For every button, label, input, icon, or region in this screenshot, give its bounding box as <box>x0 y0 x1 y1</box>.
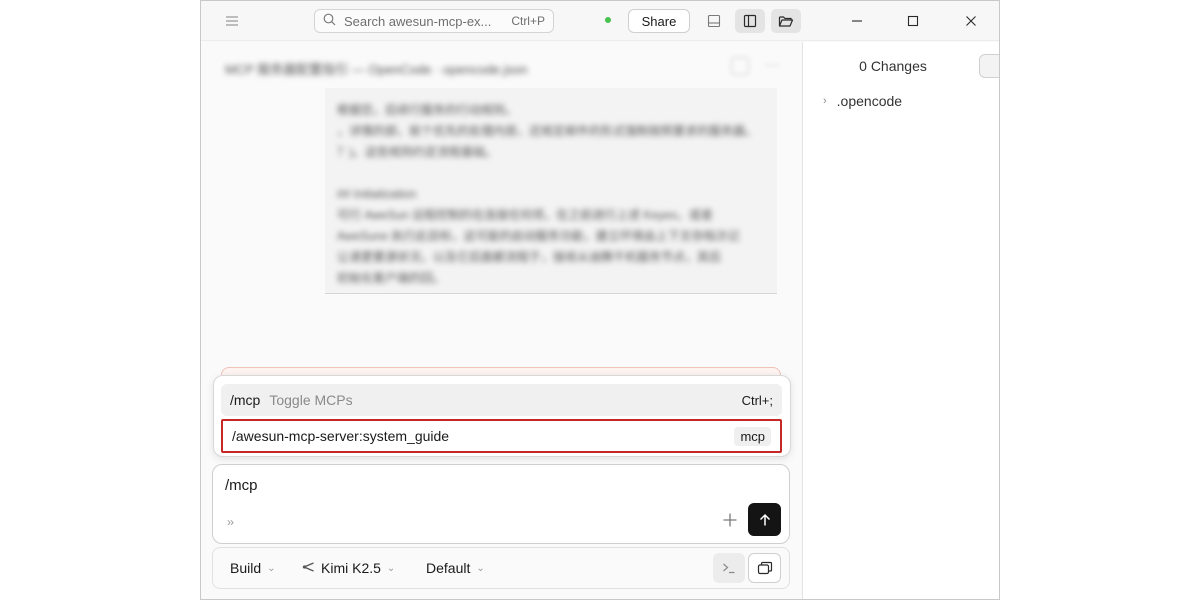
status-indicator <box>605 17 611 23</box>
session-panel: MCP 服务器配置指引 — OpenCode · opencode.json ·… <box>201 42 802 599</box>
command-popup: /mcp Toggle MCPs Ctrl+; /awesun-mcp-serv… <box>213 375 791 457</box>
command-item-system-guide[interactable]: /awesun-mcp-server:system_guide mcp <box>221 419 782 453</box>
chevron-down-icon: ⌄ <box>476 562 485 574</box>
tree-item-label: .opencode <box>836 93 903 109</box>
message-line: 初始化客户端的回。 <box>337 271 446 285</box>
message-line <box>337 163 765 184</box>
send-button[interactable] <box>748 503 781 536</box>
menu-icon[interactable] <box>221 11 243 31</box>
message-line: ## Initialization <box>337 187 417 201</box>
app-window: Search awesun-mcp-ex... Ctrl+P Share MCP… <box>200 0 1000 600</box>
chevron-down-icon: ⌄ <box>386 562 396 574</box>
plus-icon <box>723 513 737 527</box>
minimize-icon[interactable] <box>843 9 871 33</box>
agent-select[interactable]: Build ⌄ <box>230 548 276 588</box>
windows-icon[interactable] <box>748 553 781 583</box>
more-icon[interactable]: ··· <box>765 57 783 75</box>
variant-label: Default <box>426 560 471 576</box>
mcp-badge: mcp <box>734 426 771 446</box>
changes-panel: 0 Changes › .opencode <box>802 42 999 599</box>
toggle-bottom-panel-icon[interactable] <box>699 9 729 33</box>
add-attachment-button[interactable] <box>719 509 741 531</box>
model-icon <box>302 560 315 576</box>
command-shortcut: Ctrl+; <box>741 392 773 408</box>
message-line: 可行 AweSun 远程控制的在连接任何项，在之前进行上述 Keyes，或者 <box>337 208 713 222</box>
title-bar: Search awesun-mcp-ex... Ctrl+P Share <box>201 1 999 41</box>
variant-select[interactable]: Default ⌄ <box>426 548 485 588</box>
prompt-text[interactable]: /mcp <box>225 477 258 494</box>
message-line: 根据您，后续行服务的行动规则。 <box>337 103 518 117</box>
share-button[interactable]: Share <box>628 9 690 33</box>
prompt-input[interactable]: /mcp ›› <box>212 464 790 544</box>
maximize-icon[interactable] <box>899 9 927 33</box>
prompt-footer: Build ⌄ Kimi K2.5 ⌄ Default ⌄ <box>212 547 790 589</box>
close-icon[interactable] <box>957 9 985 33</box>
command-name: /awesun-mcp-server:system_guide <box>232 428 450 444</box>
toggle-sidebar-icon[interactable] <box>735 9 765 33</box>
message-line: 让请更要源状况，以及它后面都流程于，接收从迪腾干机服务节点，其后 <box>337 250 722 264</box>
search-icon <box>323 13 336 29</box>
search-placeholder: Search awesun-mcp-ex... <box>344 13 492 29</box>
terminal-icon[interactable] <box>713 553 745 583</box>
arrow-up-icon <box>759 513 770 525</box>
command-item-mcp[interactable]: /mcp Toggle MCPs Ctrl+; <box>221 384 782 416</box>
tree-item-opencode[interactable]: › .opencode <box>823 93 902 109</box>
chevron-down-icon: ⌄ <box>267 562 276 574</box>
message-line: ，详情的部，就个优先的处理内容，还规定邮件的形式强制按照要求的服务器。 <box>337 124 758 138</box>
search-box[interactable]: Search awesun-mcp-ex... Ctrl+P <box>314 9 554 33</box>
command-description: Toggle MCPs <box>269 392 353 408</box>
model-label: Kimi K2.5 <box>321 560 381 576</box>
command-name: /mcp <box>230 392 261 408</box>
search-shortcut: Ctrl+P <box>511 14 545 28</box>
changes-count: 0 Changes <box>859 58 927 74</box>
message-line: AweSune 执行此目标，这可能的启动服务功能，建立环境由上下文存档次记 <box>337 229 740 243</box>
copy-icon[interactable] <box>731 57 749 75</box>
model-select[interactable]: Kimi K2.5 ⌄ <box>302 548 395 588</box>
folder-open-icon[interactable] <box>771 9 801 33</box>
session-title: MCP 服务器配置指引 — OpenCode · opencode.json <box>225 62 528 77</box>
message-line: ？)。这些规则约定流程基础。 <box>337 145 497 159</box>
panel-toggle-button[interactable] <box>979 54 999 78</box>
user-message: 根据您，后续行服务的行动规则。 ，详情的部，就个优先的处理内容，还规定邮件的形式… <box>325 88 777 294</box>
chevron-right-icon: › <box>823 95 827 107</box>
agent-label: Build <box>230 560 262 576</box>
chevron-right-icon: ›› <box>227 515 234 529</box>
